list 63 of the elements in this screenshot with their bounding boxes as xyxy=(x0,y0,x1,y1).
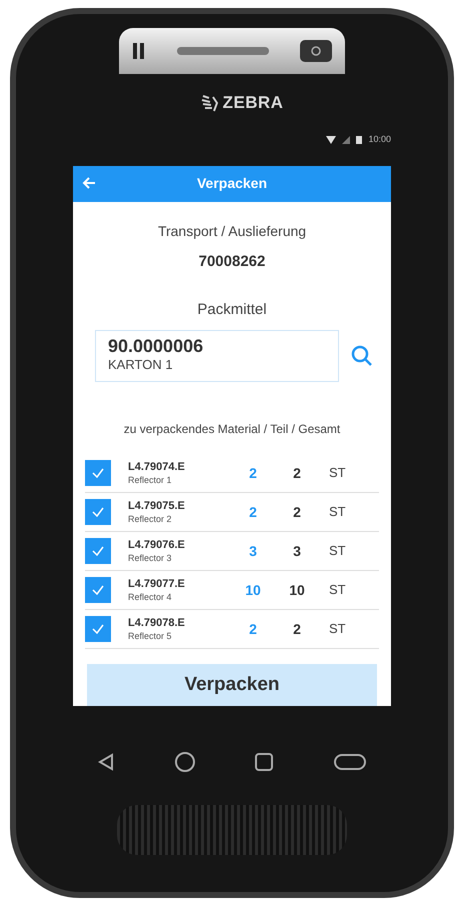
home-nav-button[interactable] xyxy=(174,750,196,772)
delivery-label: Transport / Auslieferung xyxy=(158,222,306,242)
total-quantity: 3 xyxy=(292,542,302,561)
material-number: L4.79074.E xyxy=(128,460,186,474)
unit-label: ST xyxy=(329,542,346,560)
back-triangle-icon xyxy=(97,752,115,770)
material-number: L4.79075.E xyxy=(128,500,186,513)
back-nav-button[interactable] xyxy=(97,752,115,770)
unit-label: ST xyxy=(329,464,346,482)
battery-icon xyxy=(356,135,362,144)
checkmark-icon xyxy=(92,507,104,518)
checkmark-icon xyxy=(92,585,104,596)
recents-nav-button[interactable] xyxy=(254,752,274,772)
part-quantity: 2 xyxy=(248,502,258,522)
search-icon xyxy=(351,345,373,368)
brand-logo: ZEBRA xyxy=(222,92,284,114)
material-number: L4.79078.E xyxy=(128,616,186,630)
material-description: Reflector 4 xyxy=(128,590,173,603)
checkmark-icon xyxy=(92,468,104,478)
materials-heading: zu verpackendes Material / Teil / Gesamt xyxy=(122,421,342,438)
packmittel-field[interactable]: 90.0000006 KARTON 1 xyxy=(95,330,339,382)
pack-button[interactable]: Verpacken xyxy=(87,664,377,706)
status-time: 10:00 xyxy=(368,132,391,146)
back-arrow-icon xyxy=(81,174,97,190)
row-checkbox[interactable] xyxy=(85,538,111,564)
unit-label: ST xyxy=(329,503,346,522)
delivery-number: 70008262 xyxy=(198,252,266,272)
total-quantity: 10 xyxy=(288,580,306,600)
unit-label: ST xyxy=(329,620,346,638)
part-quantity: 2 xyxy=(248,464,258,483)
menu-nav-button[interactable] xyxy=(332,752,367,772)
checkmark-icon xyxy=(92,546,104,556)
signal-icon xyxy=(342,136,350,144)
part-quantity: 3 xyxy=(248,542,258,561)
row-checkbox[interactable] xyxy=(85,616,111,642)
total-quantity: 2 xyxy=(292,464,302,483)
app-title: Verpacken xyxy=(196,174,268,194)
square-icon xyxy=(254,752,274,772)
camera-icon xyxy=(299,39,333,63)
part-quantity: 2 xyxy=(248,620,258,639)
row-checkbox[interactable] xyxy=(85,460,111,486)
packmittel-name: KARTON 1 xyxy=(108,357,174,374)
home-circle-icon xyxy=(174,750,196,772)
material-number: L4.79077.E xyxy=(128,578,186,591)
grip-lines-icon xyxy=(131,41,147,61)
part-quantity: 10 xyxy=(244,580,262,600)
checkmark-icon xyxy=(92,624,104,634)
back-button[interactable] xyxy=(81,174,97,190)
total-quantity: 2 xyxy=(292,502,302,522)
unit-label: ST xyxy=(329,581,346,600)
material-description: Reflector 1 xyxy=(128,474,173,486)
pill-icon xyxy=(332,752,367,772)
material-description: Reflector 5 xyxy=(128,630,173,642)
material-number: L4.79076.E xyxy=(128,538,186,552)
total-quantity: 2 xyxy=(292,620,302,639)
material-description: Reflector 3 xyxy=(128,552,173,564)
search-button[interactable] xyxy=(351,345,373,368)
packmittel-label: Packmittel xyxy=(197,300,267,320)
wifi-icon xyxy=(326,136,336,144)
material-description: Reflector 2 xyxy=(128,512,173,525)
packmittel-code: 90.0000006 xyxy=(108,335,204,358)
row-checkbox[interactable] xyxy=(85,577,111,604)
row-checkbox[interactable] xyxy=(85,499,111,526)
